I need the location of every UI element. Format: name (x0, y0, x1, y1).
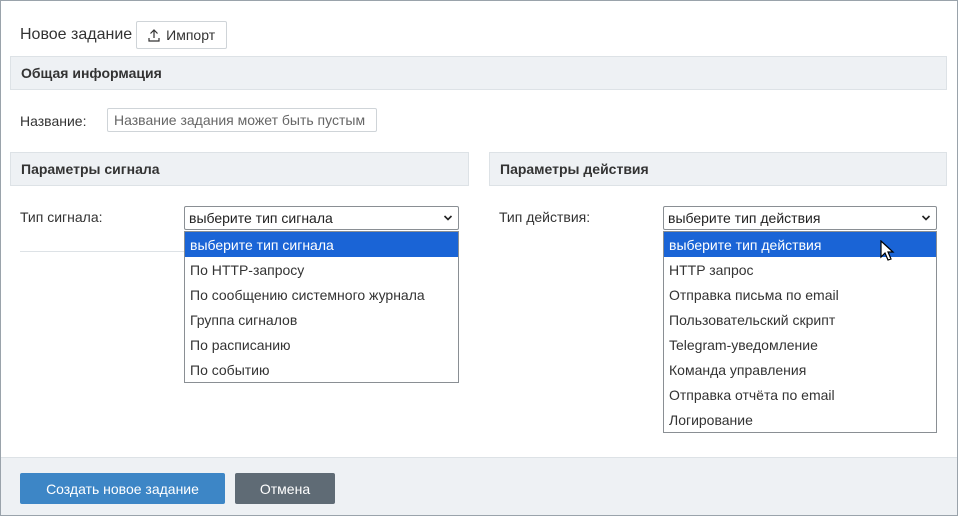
section-signal-params-title: Параметры сигнала (21, 161, 160, 177)
section-general-info: Общая информация (10, 56, 947, 90)
section-general-info-title: Общая информация (21, 65, 162, 81)
signal-option[interactable]: По сообщению системного журнала (185, 282, 458, 307)
name-input[interactable] (107, 108, 377, 132)
divider (20, 251, 184, 252)
action-option[interactable]: Отправка отчёта по email (664, 382, 936, 407)
import-button-label: Импорт (166, 27, 216, 43)
action-option[interactable]: Команда управления (664, 357, 936, 382)
section-action-params-title: Параметры действия (500, 161, 649, 177)
action-option[interactable]: Пользовательский скрипт (664, 307, 936, 332)
action-type-select-value: выберите тип действия (668, 210, 821, 226)
action-type-select[interactable]: выберите тип действия (663, 206, 937, 230)
signal-option[interactable]: выберите тип сигнала (185, 232, 458, 257)
signal-option[interactable]: По HTTP-запросу (185, 257, 458, 282)
action-option[interactable]: Telegram-уведомление (664, 332, 936, 357)
signal-option[interactable]: Группа сигналов (185, 307, 458, 332)
signal-type-select-value: выберите тип сигнала (189, 210, 333, 226)
page-title: Новое задание (20, 26, 133, 43)
name-label: Название: (20, 113, 87, 129)
chevron-down-icon (921, 215, 931, 221)
action-type-label: Тип действия: (499, 209, 591, 225)
signal-type-label: Тип сигнала: (20, 209, 103, 225)
signal-option[interactable]: По расписанию (185, 332, 458, 357)
signal-option[interactable]: По событию (185, 357, 458, 382)
action-option[interactable]: Логирование (664, 407, 936, 432)
section-signal-params: Параметры сигнала (10, 152, 469, 186)
create-task-button[interactable]: Создать новое задание (20, 473, 225, 504)
mouse-cursor-icon (880, 240, 895, 261)
cancel-button[interactable]: Отмена (235, 473, 335, 504)
import-button[interactable]: Импорт (136, 21, 228, 49)
signal-type-dropdown: выберите тип сигнала По HTTP-запросу По со… (184, 231, 459, 383)
upload-icon (148, 28, 160, 42)
signal-type-select[interactable]: выберите тип сигнала (184, 206, 459, 230)
action-option[interactable]: Отправка письма по email (664, 282, 936, 307)
section-action-params: Параметры действия (489, 152, 947, 186)
dialog-header: Новое задание Импорт (20, 21, 228, 49)
chevron-down-icon (443, 215, 453, 221)
